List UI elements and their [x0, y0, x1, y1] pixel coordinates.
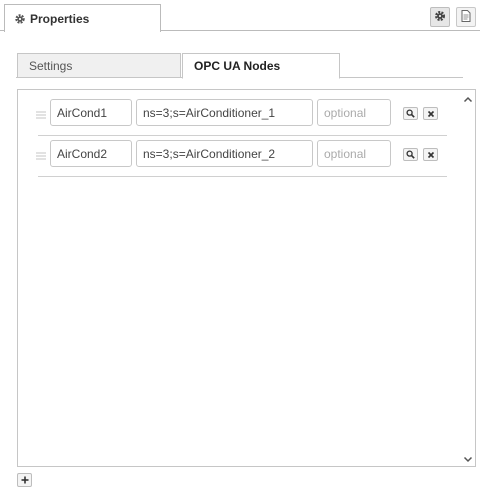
drag-handle-icon[interactable]	[36, 109, 46, 119]
node-id-field[interactable]: ns=3;s=AirConditioner_2	[136, 140, 313, 167]
remove-button[interactable]	[423, 107, 438, 120]
close-icon	[427, 148, 435, 162]
node-name-field[interactable]: AirCond2	[50, 140, 132, 167]
list-item: AirCond1 ns=3;s=AirConditioner_1 optiona…	[36, 96, 447, 136]
drag-handle-icon[interactable]	[36, 150, 46, 160]
settings-button[interactable]	[430, 7, 450, 27]
plus-icon	[21, 473, 29, 487]
gear-icon	[434, 10, 446, 25]
tab-opc-ua-nodes-label: OPC UA Nodes	[194, 59, 281, 73]
node-id-field[interactable]: ns=3;s=AirConditioner_1	[136, 99, 313, 126]
chevron-up-icon[interactable]	[463, 94, 473, 104]
node-list: AirCond1 ns=3;s=AirConditioner_1 optiona…	[17, 89, 476, 467]
document-icon	[461, 9, 471, 25]
optional-field[interactable]: optional	[317, 99, 391, 126]
tab-opc-ua-nodes[interactable]: OPC UA Nodes	[182, 53, 340, 79]
optional-field[interactable]: optional	[317, 140, 391, 167]
scrollbar[interactable]	[461, 90, 475, 466]
tab-label: Properties	[30, 11, 90, 26]
tab-settings-label: Settings	[29, 58, 73, 73]
list-item: AirCond2 ns=3;s=AirConditioner_2 optiona…	[36, 137, 447, 177]
chevron-down-icon[interactable]	[463, 453, 473, 463]
search-icon	[406, 148, 415, 162]
close-icon	[427, 107, 435, 121]
node-name-field[interactable]: AirCond1	[50, 99, 132, 126]
browse-button[interactable]	[403, 148, 418, 161]
tab-properties[interactable]: Properties	[4, 4, 161, 32]
sidebar-header: Properties	[0, 0, 480, 32]
info-button[interactable]	[456, 7, 476, 27]
search-icon	[406, 107, 415, 121]
browse-button[interactable]	[403, 107, 418, 120]
gear-icon	[14, 13, 26, 25]
tab-settings[interactable]: Settings	[17, 53, 181, 78]
remove-button[interactable]	[423, 148, 438, 161]
add-node-button[interactable]	[17, 473, 32, 487]
